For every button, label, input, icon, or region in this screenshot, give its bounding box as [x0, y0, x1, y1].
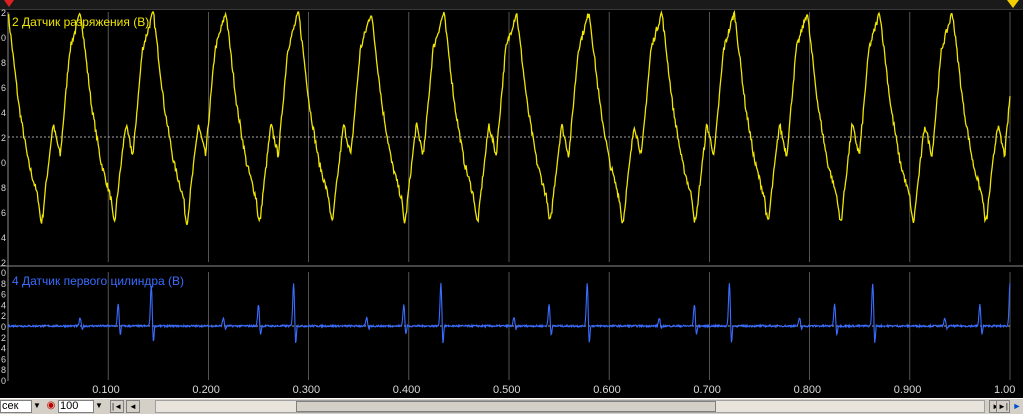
y-tick-label: 2: [1, 258, 6, 268]
time-unit-value: сек: [2, 400, 19, 412]
play-icon[interactable]: ►: [1011, 400, 1023, 413]
scrollbar-thumb[interactable]: [296, 401, 716, 412]
x-tick-label: 0.600: [593, 384, 621, 396]
zoom-value: 100: [60, 400, 79, 412]
y-tick-label: 4: [1, 233, 6, 243]
x-tick-label: 0.800: [794, 384, 822, 396]
y-tick-label: 0: [1, 33, 6, 43]
y-tick-label: 2: [1, 311, 6, 321]
y-tick-label: 0: [1, 322, 6, 332]
y-tick-label: 8: [1, 58, 6, 68]
y-tick-label: 8: [1, 183, 6, 193]
x-tick-label: 0.200: [192, 384, 220, 396]
y-tick-label: 2: [1, 133, 6, 143]
y-tick-label: 4: [1, 108, 6, 118]
channel-2-label: 4 Датчик первого цилиндра (В): [12, 274, 184, 288]
y-tick-label: 6: [1, 83, 6, 93]
first-page-button[interactable]: |◄: [110, 400, 124, 413]
oscilloscope-display: 0.100 0.200 0.300 0.400 0.500 0.600 0.700 0.800…: [0, 0, 1023, 398]
y-tick-label: 2: [1, 333, 6, 343]
status-bar: сек ▼ ◉ 100 ▼ |◄ ◄ ► ►| ►: [0, 398, 1023, 414]
y-tick-label: 6: [1, 208, 6, 218]
channel-1-label: 2 Датчик разряжения (В): [12, 15, 149, 29]
y-tick-label: 0: [1, 268, 6, 278]
x-tick-label: 0.700: [693, 384, 721, 396]
y-tick-label: 4: [1, 300, 6, 310]
y-tick-label: 4: [1, 344, 6, 354]
y-tick-label: 6: [1, 354, 6, 364]
x-tick-label: 0.300: [293, 384, 321, 396]
x-tick-label: 0.100: [92, 384, 120, 396]
scope-plot: 0.100 0.200 0.300 0.400 0.500 0.600 0.700 0.800…: [0, 8, 1023, 396]
zoom-icon[interactable]: ◉: [45, 400, 57, 413]
y-tick-label: 6: [1, 290, 6, 300]
y-tick-label: 8: [1, 365, 6, 375]
x-tick-label: 1.00: [994, 384, 1015, 396]
y-tick-label: 0: [1, 158, 6, 168]
x-tick-label: 0.900: [894, 384, 922, 396]
last-page-button[interactable]: ►|: [996, 400, 1010, 413]
x-tick-label: 0.400: [393, 384, 421, 396]
y-tick-label: 2: [1, 8, 6, 18]
time-scrollbar[interactable]: [155, 400, 985, 413]
y-tick-label: 0: [1, 376, 6, 386]
chevron-down-icon[interactable]: ▼: [31, 400, 42, 413]
y-tick-label: 8: [1, 279, 6, 289]
prev-page-button[interactable]: ◄: [126, 400, 140, 413]
x-tick-label: 0.500: [493, 384, 521, 396]
chevron-down-icon[interactable]: ▼: [93, 400, 104, 413]
